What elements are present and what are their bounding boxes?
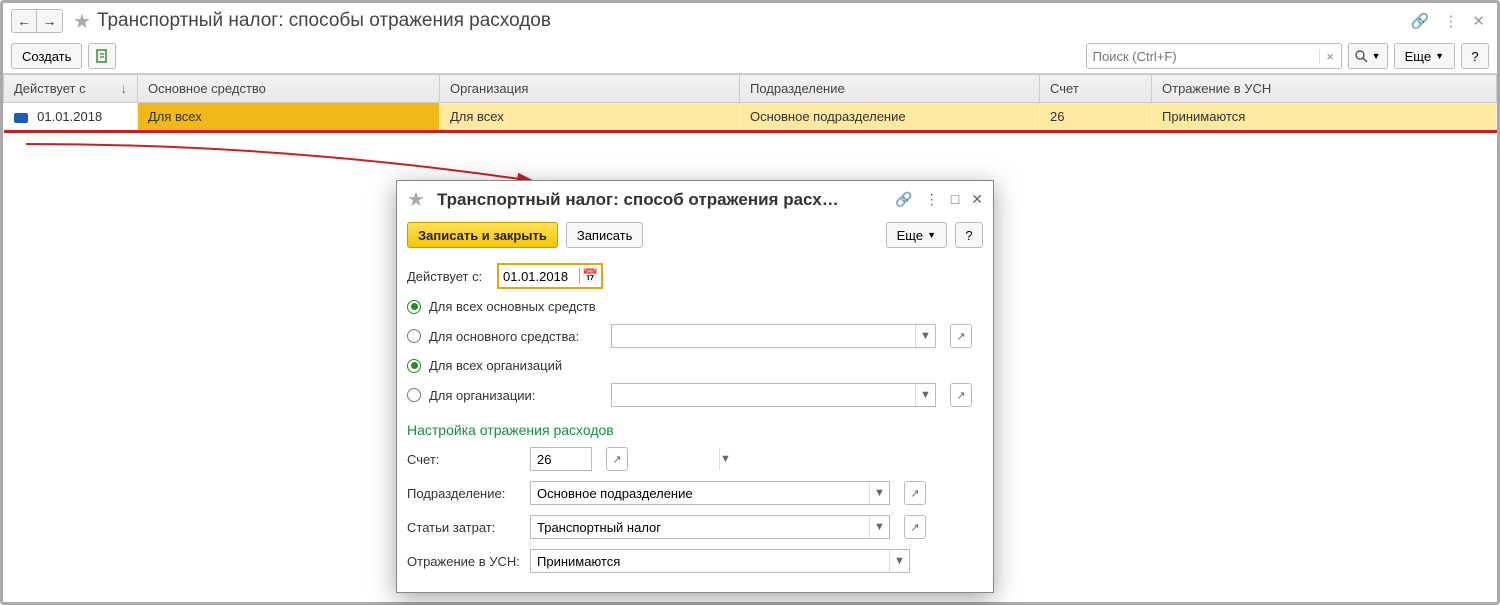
cost-dropdown-icon[interactable]: ▼: [869, 516, 889, 538]
data-table: Действует с ↓ Основное средство Организа…: [3, 73, 1497, 133]
create-button[interactable]: Создать: [11, 43, 82, 69]
dialog-more-label: Еще: [897, 228, 923, 243]
cost-combo[interactable]: ▼: [530, 515, 890, 539]
dialog-help-button[interactable]: ?: [955, 222, 983, 248]
radio-all-orgs-label: Для всех организаций: [429, 358, 562, 373]
cell-org: Для всех: [440, 103, 740, 132]
usn-input[interactable]: [531, 550, 889, 572]
document-icon: [14, 113, 28, 123]
more-button[interactable]: Еще ▼: [1394, 43, 1455, 69]
save-and-close-button[interactable]: Записать и закрыть: [407, 222, 558, 248]
save-button[interactable]: Записать: [566, 222, 644, 248]
asset-combo[interactable]: ▼: [611, 324, 936, 348]
cost-label: Статьи затрат:: [407, 520, 522, 535]
asset-combo-input[interactable]: [612, 325, 915, 347]
dialog-favorite-star-icon[interactable]: ★: [407, 187, 425, 212]
dialog-link-icon[interactable]: 🔗: [895, 191, 912, 208]
org-combo-input[interactable]: [612, 384, 915, 406]
col-unit[interactable]: Подразделение: [740, 75, 1040, 103]
cell-asset: Для всех: [138, 103, 440, 132]
account-label: Счет:: [407, 452, 522, 467]
edit-dialog: ★ Транспортный налог: способ отражения р…: [396, 180, 994, 593]
unit-combo[interactable]: ▼: [530, 481, 890, 505]
usn-dropdown-icon[interactable]: ▼: [889, 550, 909, 572]
radio-one-asset-label: Для основного средства:: [429, 329, 603, 344]
col-account[interactable]: Счет: [1040, 75, 1152, 103]
unit-input[interactable]: [531, 482, 869, 504]
date-label: Действует с:: [407, 269, 489, 284]
titlebar: ← → ★ Транспортный налог: способы отраже…: [3, 3, 1497, 39]
table-row[interactable]: 01.01.2018 Для всех Для всех Основное по…: [4, 103, 1497, 132]
radio-all-orgs[interactable]: [407, 359, 421, 373]
search-button[interactable]: ▼: [1348, 43, 1388, 69]
usn-label: Отражение в УСН:: [407, 554, 522, 569]
account-dropdown-icon[interactable]: ▼: [719, 448, 731, 470]
radio-one-asset[interactable]: [407, 329, 421, 343]
asset-combo-dropdown-icon[interactable]: ▼: [915, 325, 935, 347]
calendar-icon[interactable]: 📅: [579, 268, 601, 284]
usn-combo[interactable]: ▼: [530, 549, 910, 573]
dialog-more-button[interactable]: Еще ▼: [886, 222, 947, 248]
dialog-restore-icon[interactable]: □: [951, 191, 959, 208]
org-combo[interactable]: ▼: [611, 383, 936, 407]
favorite-star-icon[interactable]: ★: [73, 9, 91, 34]
col-usn[interactable]: Отражение в УСН: [1152, 75, 1497, 103]
col-date[interactable]: Действует с ↓: [4, 75, 138, 103]
dialog-title: Транспортный налог: способ отражения рас…: [437, 190, 889, 210]
nav-forward-button[interactable]: →: [37, 9, 63, 33]
col-org[interactable]: Организация: [440, 75, 740, 103]
dialog-close-icon[interactable]: ✕: [971, 191, 983, 208]
help-button[interactable]: ?: [1461, 43, 1489, 69]
kebab-icon[interactable]: ⋮: [1443, 12, 1458, 30]
cost-input[interactable]: [531, 516, 869, 538]
cell-usn: Принимаются: [1152, 103, 1497, 132]
toolbar: Создать × ▼ Еще ▼ ?: [3, 39, 1497, 73]
search-clear-button[interactable]: ×: [1319, 49, 1341, 64]
cell-unit: Основное подразделение: [740, 103, 1040, 132]
search-input-wrap: ×: [1086, 43, 1342, 69]
more-label: Еще: [1405, 49, 1431, 64]
cost-open-button[interactable]: ↗: [904, 515, 926, 539]
date-input[interactable]: [499, 269, 579, 284]
create-from-template-button[interactable]: [88, 43, 116, 69]
page-title: Транспортный налог: способы отражения ра…: [97, 10, 551, 32]
section-title: Настройка отражения расходов: [407, 412, 983, 442]
org-combo-dropdown-icon[interactable]: ▼: [915, 384, 935, 406]
close-icon[interactable]: ✕: [1472, 12, 1485, 30]
search-input[interactable]: [1087, 49, 1319, 64]
link-icon[interactable]: 🔗: [1411, 12, 1430, 30]
nav-back-button[interactable]: ←: [11, 9, 37, 33]
radio-all-assets[interactable]: [407, 300, 421, 314]
radio-one-org[interactable]: [407, 388, 421, 402]
unit-open-button[interactable]: ↗: [904, 481, 926, 505]
sort-indicator-icon: ↓: [121, 81, 128, 96]
unit-label: Подразделение:: [407, 486, 522, 501]
unit-dropdown-icon[interactable]: ▼: [869, 482, 889, 504]
org-open-button[interactable]: ↗: [950, 383, 972, 407]
radio-all-assets-label: Для всех основных средств: [429, 299, 596, 314]
col-asset[interactable]: Основное средство: [138, 75, 440, 103]
account-combo[interactable]: ▼: [530, 447, 592, 471]
dialog-kebab-icon[interactable]: ⋮: [925, 191, 939, 208]
asset-open-button[interactable]: ↗: [950, 324, 972, 348]
date-input-wrap: 📅: [497, 263, 603, 289]
account-open-button[interactable]: ↗: [606, 447, 628, 471]
cell-date: 01.01.2018: [37, 109, 102, 124]
radio-one-org-label: Для организации:: [429, 388, 603, 403]
cell-account: 26: [1040, 103, 1152, 132]
